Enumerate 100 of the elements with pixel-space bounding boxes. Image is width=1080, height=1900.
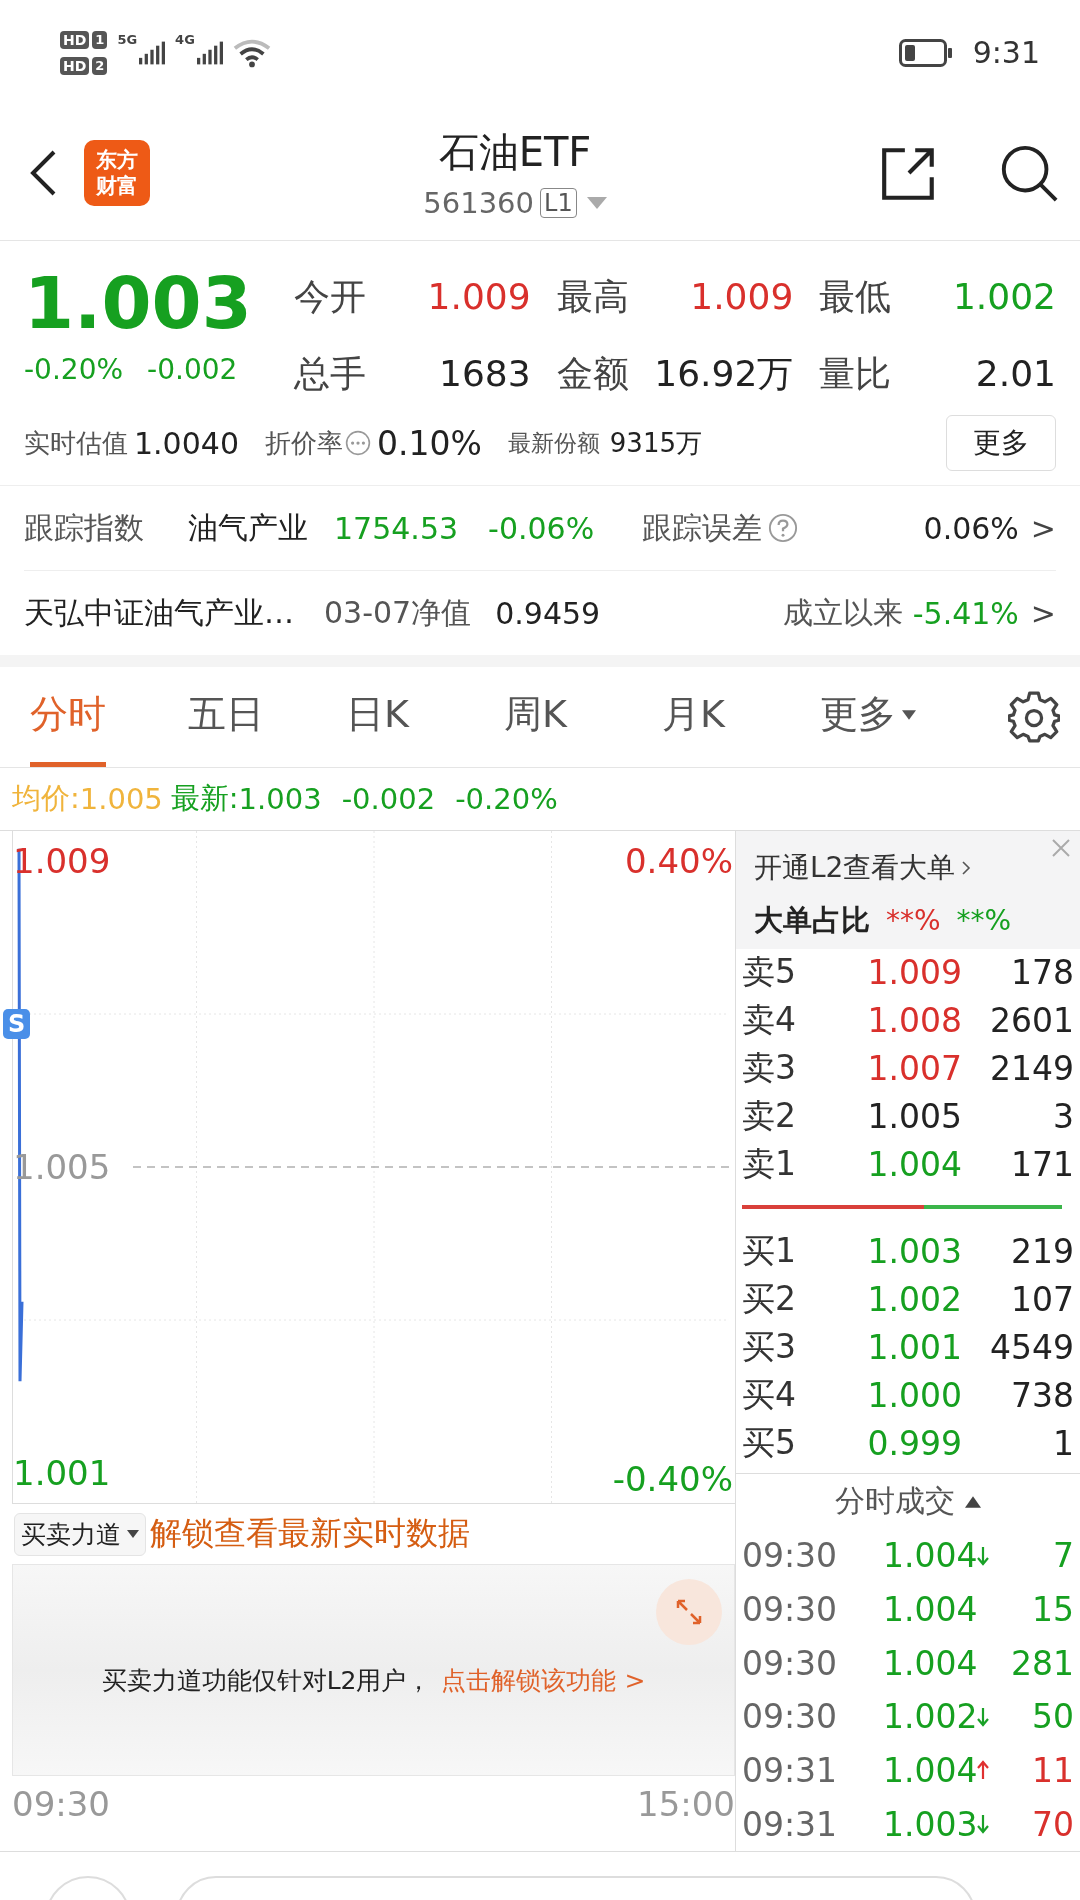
trade-price: 1.003	[883, 1804, 978, 1844]
sim-slot: 2	[92, 56, 108, 75]
trade-volume: 15	[1031, 1590, 1074, 1629]
level-label: 买4	[742, 1373, 797, 1416]
signal-icon	[139, 39, 166, 66]
order-price: 1.008	[866, 1001, 962, 1040]
trade-volume: 7	[1052, 1536, 1074, 1576]
index-value: 1754.53	[334, 510, 459, 546]
stat-label: 总手	[294, 352, 366, 396]
chart-tab[interactable]: 日K	[346, 667, 504, 767]
shares-label: 最新份额	[507, 428, 600, 458]
battery-icon	[898, 38, 953, 67]
order-volume: 171	[1010, 1145, 1074, 1184]
trade-price: 1.004	[883, 1643, 978, 1683]
sim-badge: HD	[60, 56, 90, 75]
estimate-value: 1.0040	[134, 425, 239, 461]
order-price: 1.009	[866, 953, 962, 992]
trade-price: 1.002	[883, 1697, 978, 1737]
wifi-icon	[232, 37, 271, 68]
order-price: 1.003	[866, 1231, 962, 1271]
stat-label: 金额	[556, 352, 629, 396]
chart-tab[interactable]: 分时	[30, 667, 106, 767]
level-label: 卖4	[742, 999, 797, 1041]
network-label: 4G	[175, 31, 195, 47]
order-volume: 219	[1010, 1231, 1074, 1271]
since-inception-value: -5.41%	[912, 595, 1019, 631]
latest-label: 最新:	[170, 780, 239, 817]
help-icon[interactable]	[768, 513, 799, 543]
change-amount: -0.002	[147, 353, 238, 386]
marker-badge: S	[3, 1009, 31, 1039]
tracking-error-label: 跟踪误差	[642, 508, 763, 547]
chart-tab[interactable]: 五日	[188, 667, 346, 767]
index-name: 油气产业	[188, 508, 308, 547]
level-label: 卖5	[742, 951, 797, 993]
order-price: 1.002	[866, 1279, 962, 1319]
stat-value: 16.92万	[654, 352, 794, 396]
trade-volume: 70	[1031, 1804, 1074, 1844]
order-price: 1.007	[866, 1049, 962, 1088]
level-tag: L1	[540, 188, 577, 218]
level-label: 买5	[742, 1421, 797, 1464]
chevron-text[interactable]: >	[1030, 595, 1056, 631]
settings-icon[interactable]	[1008, 691, 1060, 743]
stock-code: 561360	[423, 186, 535, 220]
average-label: 均价:	[12, 780, 80, 817]
stat-value: 1683	[439, 353, 531, 394]
notice-text: 买卖力道功能仅针对L2用户，	[101, 1664, 432, 1697]
trade-price: 1.004	[883, 1751, 978, 1790]
trade-time: 09:31	[742, 1804, 839, 1844]
network-label: 5G	[117, 31, 138, 47]
indicator-dropdown[interactable]: 买卖力道	[14, 1512, 146, 1556]
trade-price: 1.004	[883, 1536, 978, 1576]
big-order-sell: **%	[956, 904, 1012, 937]
stat-value: 2.01	[975, 353, 1056, 394]
order-volume: 107	[1010, 1279, 1074, 1319]
discount-label: 折价率	[265, 426, 343, 460]
order-price: 0.999	[866, 1423, 962, 1463]
tracking-label: 跟踪指数	[24, 508, 144, 547]
l2-link[interactable]: 开通L2查看大单	[754, 849, 972, 887]
level-label: 买2	[742, 1277, 797, 1320]
axis-label: -0.40%	[612, 1458, 733, 1501]
discount-value: 0.10%	[377, 423, 482, 463]
more-button[interactable]: 更多	[946, 415, 1056, 471]
signal-icon	[196, 39, 223, 66]
level-label: 买3	[742, 1325, 797, 1368]
stat-value: 1.009	[427, 276, 531, 317]
fund-name: 天弘中证油气产业…	[24, 593, 294, 632]
chart-tab[interactable]: 周K	[504, 667, 662, 767]
trade-time: 09:30	[742, 1643, 839, 1683]
chart-tab[interactable]: 月K	[662, 667, 820, 767]
expand-icon	[674, 1597, 704, 1627]
big-order-buy: **%	[886, 904, 941, 937]
info-icon[interactable]	[345, 430, 371, 456]
tracking-error-value: 0.06%	[923, 510, 1019, 546]
big-order-label: 大单占比	[754, 902, 870, 939]
sim-badge: HD	[60, 30, 90, 49]
order-price: 1.005	[866, 1097, 962, 1136]
level-label: 卖2	[742, 1095, 797, 1137]
order-volume: 4549	[989, 1327, 1074, 1367]
order-price: 1.004	[866, 1145, 962, 1184]
unlock-link[interactable]: 解锁查看最新实时数据	[150, 1512, 470, 1556]
latest-value: 1.003	[238, 782, 322, 816]
trade-volume: 50	[1031, 1697, 1074, 1737]
stat-label: 最低	[819, 275, 892, 319]
sim-slot: 1	[92, 30, 108, 49]
axis-label: 1.001	[13, 1452, 111, 1495]
index-change: -0.06%	[488, 510, 595, 546]
axis-label: 15:00	[637, 1784, 735, 1824]
trades-title[interactable]: 分时成交	[835, 1481, 955, 1523]
order-volume: 2601	[989, 1001, 1074, 1040]
level-label: 买1	[742, 1229, 797, 1272]
dropdown-icon[interactable]	[586, 197, 607, 209]
trade-time: 09:31	[742, 1751, 839, 1790]
chevron-text[interactable]: >	[1030, 510, 1056, 546]
stat-label: 今开	[294, 275, 366, 319]
nav-value: 0.9459	[495, 595, 601, 631]
axis-label: 09:30	[12, 1784, 110, 1824]
stat-value: 1.009	[690, 276, 794, 317]
clock-time: 9:31	[972, 35, 1040, 70]
chart-tab[interactable]: 更多	[820, 667, 978, 767]
shares-value: 9315万	[609, 426, 702, 460]
